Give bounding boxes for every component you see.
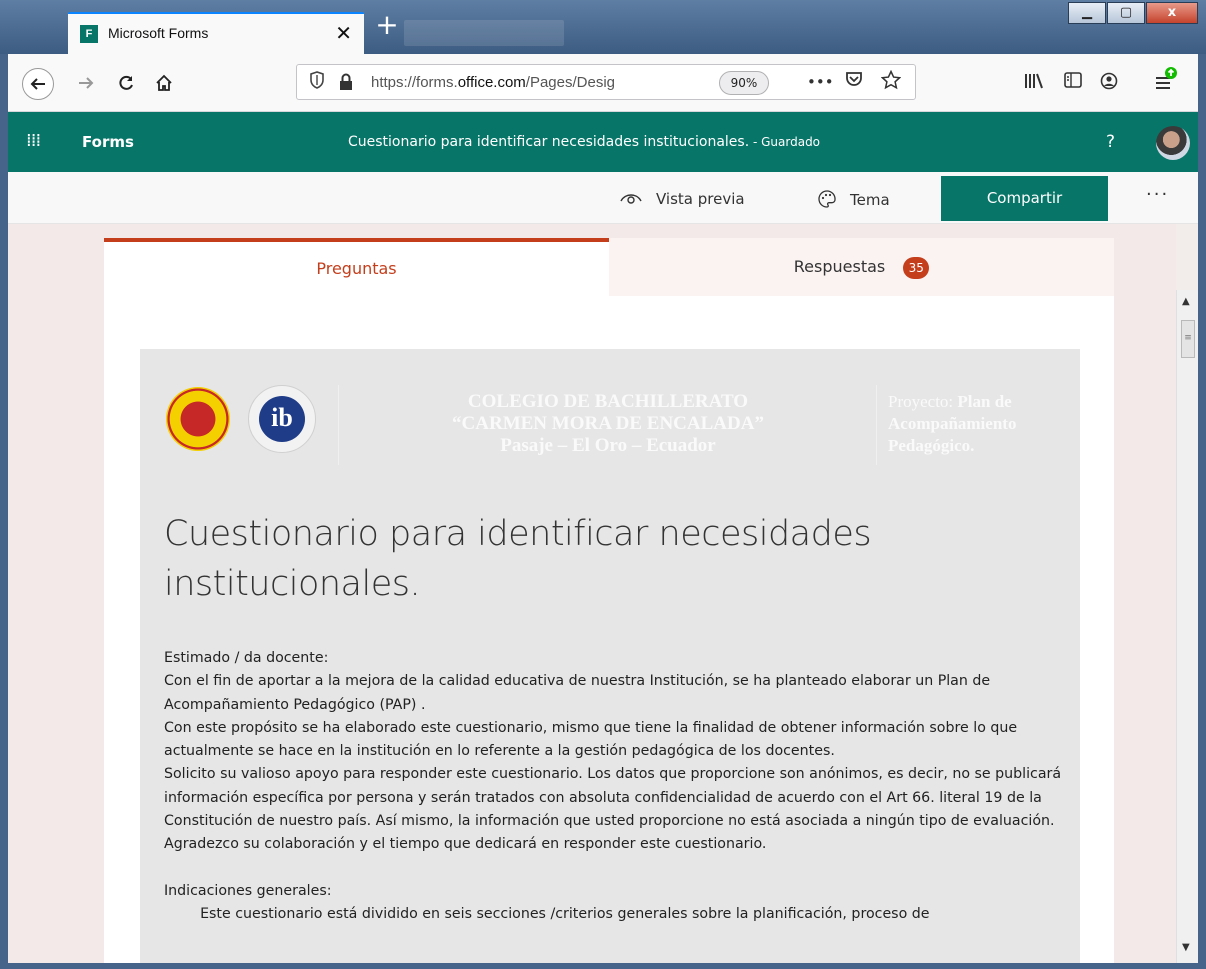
back-arrow-icon	[30, 78, 45, 90]
tab-questions[interactable]: Preguntas	[104, 238, 609, 296]
scroll-down-arrow-icon[interactable]: ▼	[1182, 942, 1190, 953]
form-title[interactable]: Cuestionario para identificar necesidade…	[164, 509, 1044, 609]
palette-icon	[818, 190, 836, 208]
bookmark-star-icon[interactable]	[880, 69, 902, 95]
form-editor-canvas: Preguntas Respuestas 35 ib COLEGIO DE BAC…	[8, 224, 1176, 963]
library-icon[interactable]	[1024, 72, 1044, 95]
app-launcher-icon[interactable]: ⁞⁞⁞	[26, 130, 41, 151]
tab-responses-label: Respuestas	[793, 257, 886, 276]
tab-responses[interactable]: Respuestas 35	[609, 238, 1114, 296]
divider	[338, 385, 339, 465]
window-controls: ▁ ▢ x	[1067, 2, 1198, 24]
forms-favicon-icon: F	[80, 25, 98, 43]
forms-app-header: ⁞⁞⁞ Forms Cuestionario para identificar …	[8, 112, 1198, 172]
reload-icon	[119, 75, 133, 90]
back-button[interactable]	[22, 68, 54, 100]
zoom-level-indicator[interactable]: 90%	[719, 71, 769, 95]
page-scrollbar[interactable]: ▲ ≡ ▼	[1176, 290, 1198, 963]
ib-logo-mark: ib	[259, 396, 305, 442]
scrollbar-thumb[interactable]: ≡	[1181, 320, 1195, 358]
project-name: Proyecto: Plan de Acompañamiento Pedagóg…	[888, 392, 1017, 455]
window-border-bottom	[0, 963, 1206, 969]
sidebar-icon[interactable]	[1064, 72, 1082, 93]
more-options-icon[interactable]: ···	[1146, 184, 1169, 205]
browser-navigation-bar: https://forms.office.com/Pages/Desig 90%…	[8, 54, 1198, 112]
form-header-section[interactable]: ib COLEGIO DE BACHILLERATO “CARMEN MORA …	[140, 349, 1080, 963]
background-tab[interactable]	[404, 20, 564, 46]
responses-count-badge: 35	[903, 256, 930, 279]
reload-button[interactable]	[110, 68, 142, 100]
window-border-left	[0, 54, 8, 969]
school-crest-logo	[166, 387, 230, 451]
maximize-button[interactable]: ▢	[1107, 2, 1145, 24]
divider	[876, 385, 877, 465]
pocket-icon[interactable]	[845, 70, 863, 93]
questions-card: ib COLEGIO DE BACHILLERATO “CARMEN MORA …	[104, 296, 1114, 963]
school-name: COLEGIO DE BACHILLERATO “CARMEN MORA DE …	[452, 391, 764, 456]
document-title: Cuestionario para identificar necesidade…	[348, 134, 821, 150]
tracking-protection-icon[interactable]	[309, 71, 325, 93]
share-button[interactable]: Compartir	[941, 176, 1108, 221]
ib-logo: ib	[248, 385, 316, 453]
tab-close-icon[interactable]: ✕	[335, 21, 352, 45]
command-bar: Vista previa Tema Compartir ···	[8, 172, 1198, 224]
close-window-button[interactable]: x	[1146, 2, 1198, 24]
editor-tabs: Preguntas Respuestas 35	[104, 238, 1114, 296]
form-description[interactable]: Estimado / da docente: Con el fin de apo…	[164, 647, 1064, 926]
help-icon[interactable]: ?	[1106, 132, 1115, 152]
minimize-button[interactable]: ▁	[1068, 2, 1106, 24]
home-icon	[156, 74, 172, 91]
scroll-up-arrow-icon[interactable]: ▲	[1182, 296, 1190, 307]
tab-title: Microsoft Forms	[108, 25, 209, 41]
lock-icon[interactable]	[339, 73, 353, 90]
new-tab-button[interactable]: +	[372, 10, 402, 44]
browser-tab-microsoft-forms[interactable]: F Microsoft Forms ✕	[68, 12, 364, 54]
eye-icon	[620, 194, 642, 204]
preview-button[interactable]: Vista previa	[620, 190, 745, 208]
save-status: - Guardado	[749, 135, 821, 149]
theme-button[interactable]: Tema	[818, 190, 890, 209]
url-text[interactable]: https://forms.office.com/Pages/Desig	[371, 74, 701, 91]
address-bar[interactable]: https://forms.office.com/Pages/Desig 90%…	[296, 64, 916, 100]
window-border-right	[1198, 54, 1206, 969]
forward-arrow-icon	[79, 77, 94, 89]
forward-button[interactable]	[70, 68, 102, 100]
user-avatar[interactable]	[1156, 126, 1190, 160]
menu-update-icon[interactable]	[1154, 66, 1178, 97]
page-actions-button[interactable]: •••	[807, 73, 834, 91]
home-button[interactable]	[148, 68, 180, 100]
account-icon[interactable]	[1100, 72, 1118, 95]
forms-brand-link[interactable]: Forms	[82, 133, 134, 151]
window-title-bar: F Microsoft Forms ✕ + ▁ ▢ x	[0, 0, 1206, 54]
